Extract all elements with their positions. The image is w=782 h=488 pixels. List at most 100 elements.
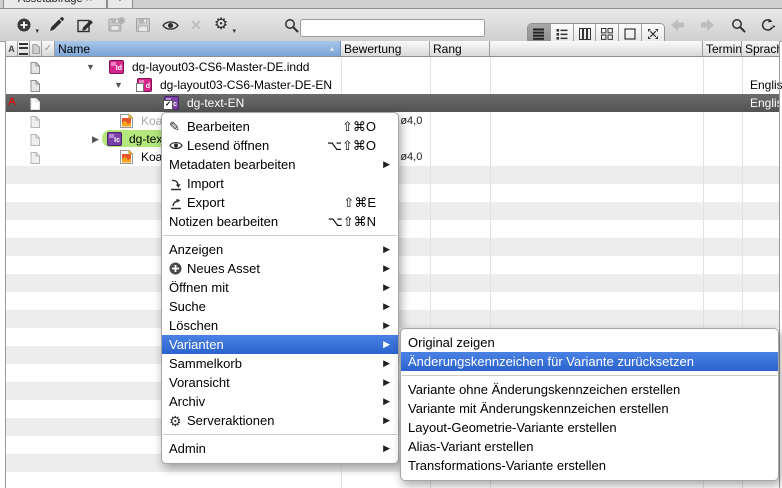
asset-name: dg-text-EN bbox=[187, 96, 244, 110]
nav-forward-button[interactable] bbox=[697, 16, 717, 34]
submenu-item-alias-variant[interactable]: Alias-Variant erstellen bbox=[401, 437, 778, 456]
tab-bar: Assetabfrage × + bbox=[0, 0, 782, 9]
column-list[interactable] bbox=[18, 41, 30, 57]
column-page[interactable] bbox=[30, 41, 42, 57]
asset-name: dg-layout03-CS6-Master-DE-EN bbox=[160, 78, 332, 92]
expander-open-icon[interactable]: ▼ bbox=[114, 80, 123, 90]
submenu-item-original-zeigen[interactable]: Original zeigen bbox=[401, 333, 778, 352]
varianten-submenu: Original zeigen Änderungskennzeichen für… bbox=[400, 328, 779, 481]
menu-item-archiv[interactable]: Archiv ▶ bbox=[162, 392, 398, 411]
checkbox-checked-icon: ✓ bbox=[163, 100, 173, 110]
menu-item-oeffnen-mit[interactable]: Öffnen mit ▶ bbox=[162, 278, 398, 297]
submenu-arrow-icon: ▶ bbox=[379, 159, 390, 170]
submenu-item-variante-ohne-aenderungskennzeichen[interactable]: Variante ohne Änderungskennzeichen erste… bbox=[401, 380, 778, 399]
view-button[interactable] bbox=[160, 16, 180, 34]
submenu-arrow-icon: ▶ bbox=[379, 339, 390, 350]
actions-button[interactable]: ⚙ ▾ bbox=[211, 16, 231, 34]
menu-item-export[interactable]: Export ⇧⌘E bbox=[162, 193, 398, 212]
submenu-arrow-icon: ▶ bbox=[379, 320, 390, 331]
menu-separator bbox=[401, 371, 778, 380]
search-input[interactable] bbox=[300, 19, 485, 37]
submenu-item-variante-mit-aenderungskennzeichen[interactable]: Variante mit Änderungskennzeichen erstel… bbox=[401, 399, 778, 418]
column-termin[interactable]: Termin bbox=[703, 41, 742, 57]
menu-item-notizen-bearbeiten[interactable]: Notizen bearbeiten ⌥⇧⌘N bbox=[162, 212, 398, 231]
save-version-button[interactable] bbox=[106, 16, 126, 34]
table-row-selected[interactable]: A c✓ dg-text-EN English bbox=[6, 94, 779, 112]
submenu-arrow-icon: ▶ bbox=[379, 415, 390, 426]
menu-item-suche[interactable]: Suche ▶ bbox=[162, 297, 398, 316]
refresh-button[interactable] bbox=[757, 16, 777, 34]
expander-closed-icon[interactable]: ▶ bbox=[92, 134, 99, 145]
save-button[interactable] bbox=[133, 16, 153, 34]
column-view-icon bbox=[579, 28, 591, 40]
edit-metadata-button[interactable] bbox=[76, 16, 96, 34]
column-type[interactable]: A bbox=[6, 41, 18, 57]
zoom-search-button[interactable] bbox=[728, 16, 748, 34]
shortcut: ⌥⇧⌘O bbox=[327, 138, 376, 154]
incopy-file-icon: Ic bbox=[107, 132, 122, 146]
menu-item-import[interactable]: Import bbox=[162, 174, 398, 193]
tab-add-button[interactable]: + bbox=[107, 0, 133, 9]
rating-average: ø4,0 bbox=[400, 151, 422, 163]
tab-close-icon[interactable]: × bbox=[86, 0, 92, 5]
add-asset-button[interactable]: ▾ bbox=[14, 16, 34, 34]
menu-item-varianten[interactable]: Varianten ▶ bbox=[162, 335, 398, 354]
list-column-icon bbox=[18, 43, 29, 55]
menu-item-neues-asset[interactable]: Neues Asset ▶ bbox=[162, 259, 398, 278]
column-sprache[interactable]: Sprache bbox=[742, 41, 779, 57]
submenu-item-transformations-variante[interactable]: Transformations-Variante erstellen bbox=[401, 456, 778, 475]
delete-button[interactable]: ✕ bbox=[186, 16, 206, 34]
menu-item-metadaten-bearbeiten[interactable]: Metadaten bearbeiten ▶ bbox=[162, 155, 398, 174]
single-view-icon bbox=[624, 28, 636, 40]
tab-assetabfrage[interactable]: Assetabfrage × bbox=[3, 0, 107, 9]
import-icon bbox=[169, 177, 187, 191]
menu-item-loeschen[interactable]: Löschen ▶ bbox=[162, 316, 398, 335]
column-bewertung[interactable]: Bewertung bbox=[341, 41, 430, 57]
table-row[interactable]: ▼ d dg-layout03-CS6-Master-DE-EN English bbox=[6, 76, 779, 94]
submenu-arrow-icon: ▶ bbox=[379, 244, 390, 255]
edit-button[interactable] bbox=[46, 16, 66, 34]
language-value: English bbox=[750, 96, 782, 110]
pencil-icon bbox=[48, 17, 64, 33]
page-icon bbox=[30, 151, 40, 169]
column-spacer[interactable] bbox=[490, 41, 703, 57]
menu-item-lesend-oeffnen[interactable]: Lesend öffnen ⌥⇧⌘O bbox=[162, 136, 398, 155]
menu-separator bbox=[162, 231, 398, 240]
column-name[interactable]: Name ▲ bbox=[55, 41, 341, 57]
eye-icon bbox=[169, 140, 187, 151]
menu-separator bbox=[162, 430, 398, 439]
column-rang[interactable]: Rang bbox=[430, 41, 490, 57]
table-row[interactable]: ▼ Id dg-layout03-CS6-Master-DE.indd bbox=[6, 58, 779, 76]
detail-list-view-icon bbox=[556, 28, 568, 40]
incopy-file-icon: c✓ bbox=[164, 96, 179, 110]
table-header: A ✓ Name ▲ Bewertung Rang Termin Sprache bbox=[0, 41, 782, 58]
gear-icon: ⚙ bbox=[169, 414, 187, 428]
language-value: English bbox=[750, 78, 782, 92]
refresh-icon bbox=[760, 18, 775, 33]
shortcut: ⌥⇧⌘N bbox=[328, 214, 376, 230]
submenu-arrow-icon: ▶ bbox=[379, 377, 390, 388]
submenu-arrow-icon: ▶ bbox=[379, 443, 390, 454]
caret-down-icon: ▾ bbox=[35, 27, 39, 35]
submenu-item-layout-geometrie-variante[interactable]: Layout-Geometrie-Variante erstellen bbox=[401, 418, 778, 437]
menu-item-voransicht[interactable]: Voransicht ▶ bbox=[162, 373, 398, 392]
image-file-icon bbox=[120, 150, 135, 164]
expand-view-icon bbox=[647, 28, 659, 40]
column-check[interactable]: ✓ bbox=[42, 41, 55, 57]
menu-item-admin[interactable]: Admin ▶ bbox=[162, 439, 398, 458]
menu-item-sammelkorb[interactable]: Sammelkorb ▶ bbox=[162, 354, 398, 373]
menu-item-serveraktionen[interactable]: ⚙ Serveraktionen ▶ bbox=[162, 411, 398, 430]
column-rang-label: Rang bbox=[430, 42, 462, 56]
export-icon bbox=[169, 196, 187, 210]
expander-open-icon[interactable]: ▼ bbox=[86, 62, 95, 72]
menu-item-anzeigen[interactable]: Anzeigen ▶ bbox=[162, 240, 398, 259]
asset-query-window: Assetabfrage × + ▾ ✕ ⚙ ▾ bbox=[0, 0, 782, 488]
submenu-item-aenderungskennzeichen-zuruecksetzen[interactable]: Änderungskennzeichen für Variante zurück… bbox=[401, 352, 778, 371]
menu-item-bearbeiten[interactable]: ✎ Bearbeiten ⇧⌘O bbox=[162, 117, 398, 136]
save-icon bbox=[135, 17, 151, 33]
page-column-icon bbox=[30, 44, 41, 54]
column-sprache-label: Sprache bbox=[742, 42, 779, 56]
nav-back-button[interactable] bbox=[668, 16, 688, 34]
context-menu: ✎ Bearbeiten ⇧⌘O Lesend öffnen ⌥⇧⌘O Meta… bbox=[161, 112, 399, 464]
submenu-arrow-icon: ▶ bbox=[379, 282, 390, 293]
